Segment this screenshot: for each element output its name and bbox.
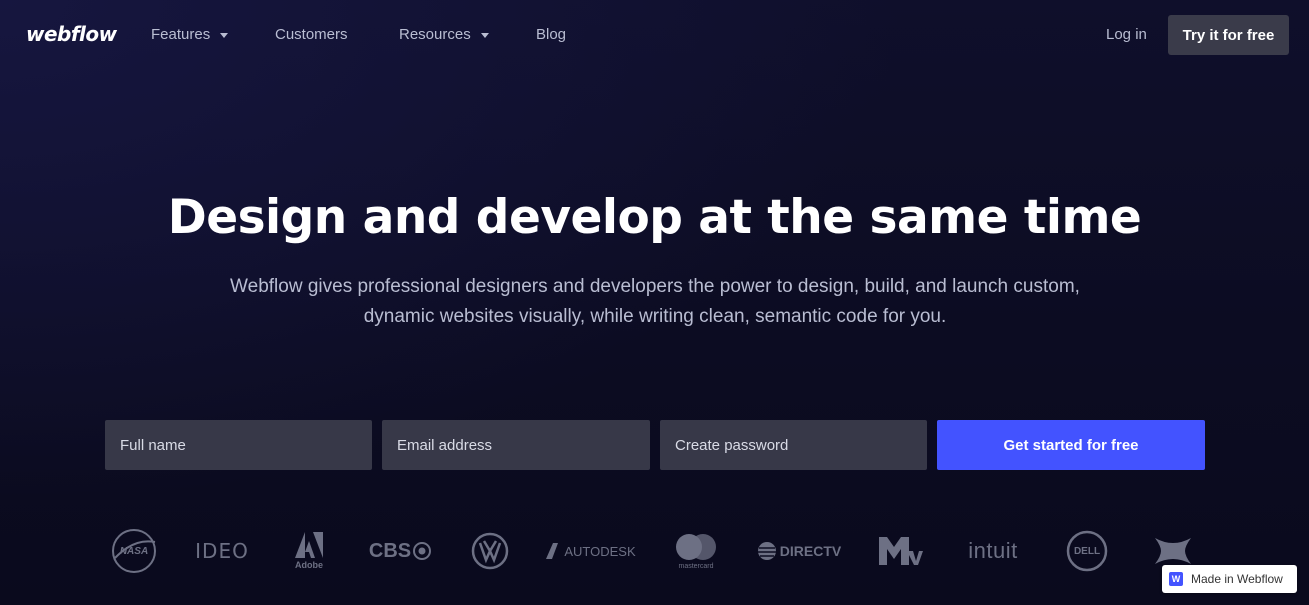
webflow-logo[interactable]: webflow — [26, 22, 117, 46]
ideo-text: IDEO — [195, 539, 249, 563]
try-for-free-button[interactable]: Try it for free — [1168, 15, 1289, 55]
made-in-webflow-badge[interactable]: W Made in Webflow — [1162, 565, 1297, 593]
mtv-logo — [879, 528, 923, 574]
dell-text: DELL — [1073, 545, 1101, 557]
full-name-input[interactable] — [105, 420, 372, 470]
login-link[interactable]: Log in — [1106, 26, 1147, 43]
badge-label: Made in Webflow — [1191, 572, 1283, 586]
cbs-logo: CBS — [368, 528, 432, 574]
nav-item-label: Blog — [536, 26, 567, 43]
intuit-text: intuit — [968, 538, 1018, 563]
volkswagen-logo — [470, 528, 510, 574]
cbs-eye-icon — [413, 542, 432, 560]
volkswagen-icon — [471, 532, 509, 570]
autodesk-text: AUTODESK — [564, 543, 636, 559]
hero-title: Design and develop at the same time — [167, 190, 1142, 245]
nav-item-label: Resources — [399, 26, 471, 43]
chevron-down-icon — [220, 32, 229, 38]
nav-item-resources[interactable]: Resources — [399, 26, 489, 43]
dell-logo: DELL — [1066, 528, 1108, 574]
mastercard-logo: mastercard — [672, 528, 720, 574]
adobe-logo: Adobe — [293, 528, 325, 574]
ideo-logo: IDEO — [188, 528, 256, 574]
password-input[interactable] — [660, 420, 927, 470]
adobe-icon — [295, 532, 323, 558]
email-input[interactable] — [382, 420, 650, 470]
mtv-icon — [879, 537, 923, 565]
autodesk-logo: AUTODESK — [542, 528, 638, 574]
top-navigation: webflow Features Customers Resources Blo… — [0, 0, 1309, 72]
nav-item-label: Features — [151, 26, 211, 43]
intuit-logo: intuit — [958, 528, 1028, 574]
directv-logo: DIRECTV — [756, 528, 842, 574]
autodesk-icon — [546, 543, 559, 559]
cbs-text: CBS — [368, 539, 412, 562]
directv-globe-icon — [757, 542, 776, 560]
nav-item-blog[interactable]: Blog — [536, 26, 566, 43]
nasa-text: NASA — [119, 545, 149, 557]
nav-item-label: Customers — [275, 26, 348, 43]
mastercard-icon — [676, 533, 716, 560]
under-armour-icon — [1155, 538, 1191, 564]
mastercard-text: mastercard — [678, 562, 714, 570]
directv-text: DIRECTV — [779, 543, 842, 559]
adobe-text: Adobe — [295, 560, 323, 570]
nav-item-customers[interactable]: Customers — [275, 26, 348, 43]
nav-item-features[interactable]: Features — [151, 26, 229, 43]
nasa-logo: NASA — [108, 528, 160, 574]
get-started-button[interactable]: Get started for free — [937, 420, 1205, 470]
hero-subtitle: Webflow gives professional designers and… — [230, 276, 1080, 327]
webflow-w-icon: W — [1169, 572, 1183, 586]
chevron-down-icon — [480, 32, 489, 38]
